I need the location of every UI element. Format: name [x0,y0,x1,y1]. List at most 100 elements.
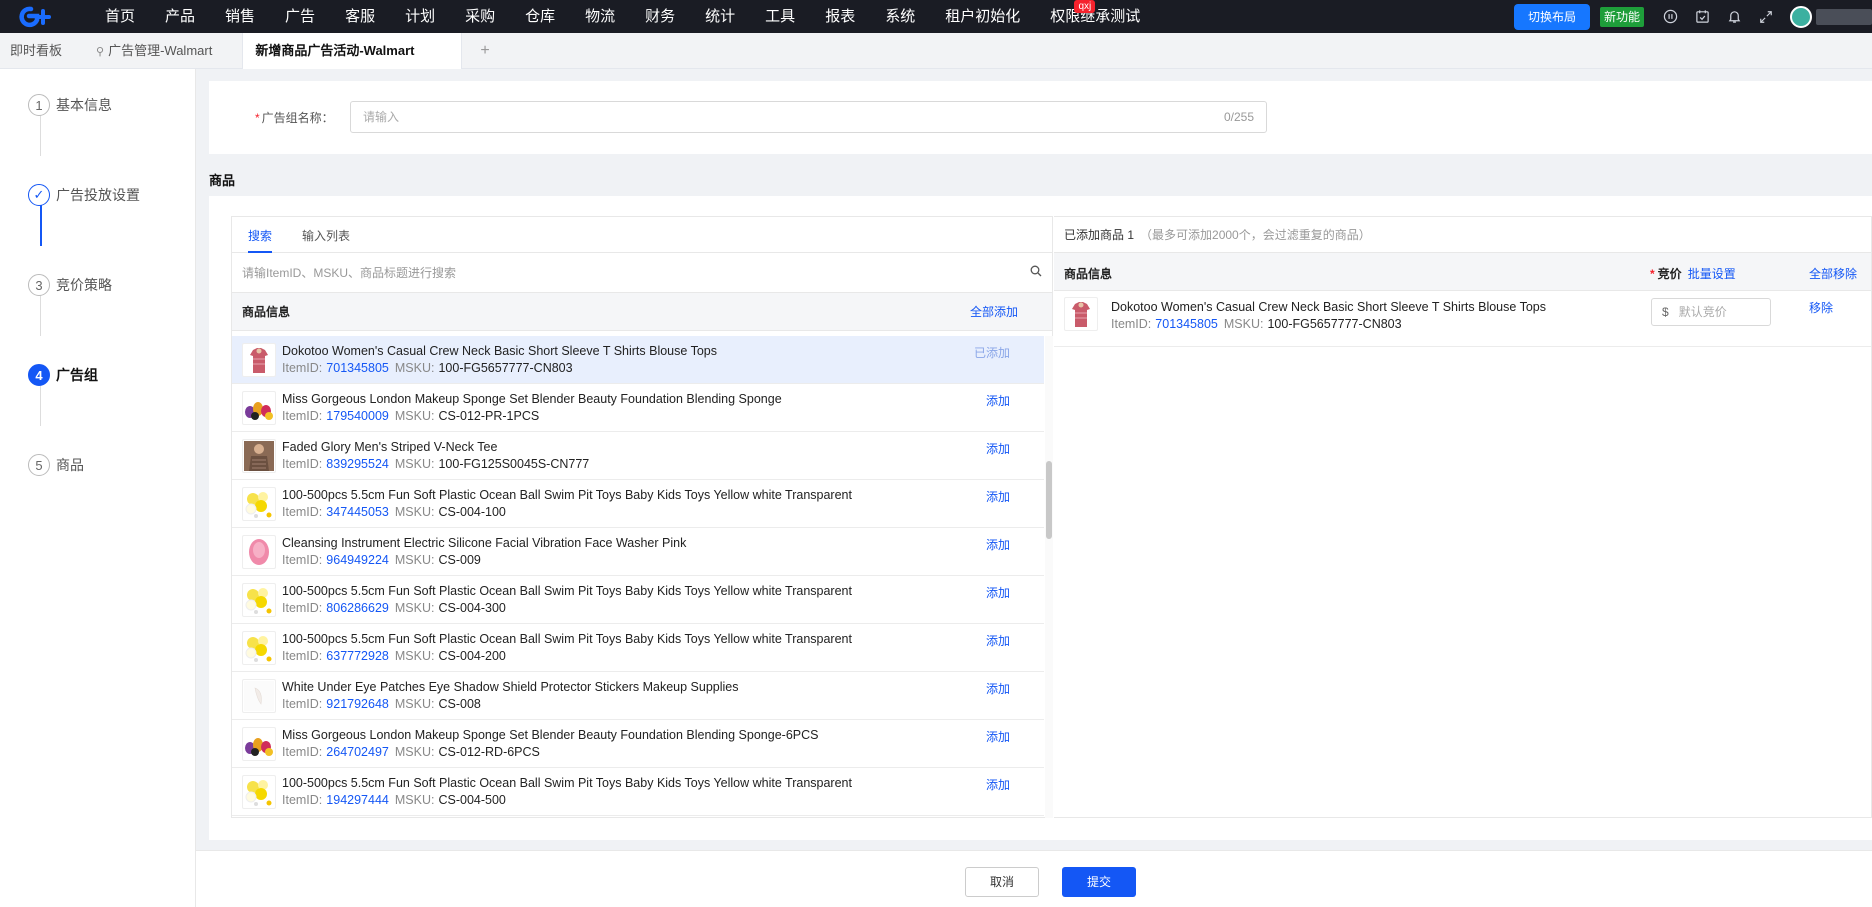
step-products[interactable]: 5 商品 [28,454,84,476]
add-product-button[interactable]: 添加 [986,392,1010,409]
search-icon[interactable] [1030,265,1042,280]
tab-search[interactable]: 搜索 [248,227,273,253]
add-product-button[interactable]: 添加 [986,536,1010,553]
product-thumbnail [242,678,276,713]
item-id-link[interactable]: 347445053 [326,505,389,519]
itemid-label: ItemID: [1111,317,1152,331]
product-thumbnail [242,342,276,377]
itemid-label: ItemID: [282,600,323,615]
product-row: 100-500pcs 5.5cm Fun Soft Plastic Ocean … [232,768,1044,816]
bid-field[interactable]: $ [1651,298,1771,326]
added-products-panel: 已添加商品 1 （最多可添加2000个，会过滤重复的商品） 商品信息 * 竞价 批量… [1054,216,1872,907]
nav-item[interactable]: 首页 [90,0,150,33]
nav-item[interactable]: 系统 [870,0,930,33]
step-ad-group[interactable]: 4 广告组 [28,364,98,386]
item-id-link[interactable]: 264702497 [326,745,389,759]
item-id-link[interactable]: 637772928 [326,649,389,663]
calendar-check-icon[interactable] [1686,0,1718,33]
item-id-link[interactable]: 839295524 [326,457,389,471]
add-all-button[interactable]: 全部添加 [970,303,1018,320]
step-basic-info[interactable]: 1 基本信息 [28,94,112,116]
add-product-button[interactable]: 添加 [986,728,1010,745]
step-connector [40,200,42,246]
col-bid-label: 竞价 [1657,267,1682,281]
submit-button[interactable]: 提交 [1062,867,1136,897]
nav-item[interactable]: 计划 [390,0,450,33]
msku-value: CS-012-PR-1PCS [438,408,540,423]
char-counter: 0/255 [1223,110,1254,124]
product-info: 100-500pcs 5.5cm Fun Soft Plastic Ocean … [282,583,1044,617]
msku-value: CS-004-100 [438,504,506,519]
msku-label: MSKU: [394,648,435,663]
item-id-link[interactable]: 964949224 [326,553,389,567]
product-row: White Under Eye Patches Eye Shadow Shiel… [232,672,1044,720]
added-products-header: 已添加商品 1 （最多可添加2000个，会过滤重复的商品） [1054,217,1871,253]
nav-badge: qxj [1074,0,1096,13]
added-status: 已添加 [973,346,1010,360]
nav-item[interactable]: 权限继承测试 qxj [1035,0,1155,33]
product-search-bar [232,253,1052,293]
add-product-button[interactable]: 添加 [986,632,1010,649]
add-product-button[interactable]: 添加 [986,584,1010,601]
nav-item[interactable]: 财务 [630,0,690,33]
product-title: Dokotoo Women's Casual Crew Neck Basic S… [1111,300,1546,314]
product-info: Cleansing Instrument Electric Silicone F… [282,535,1044,569]
required-mark: * [1650,267,1655,281]
ad-group-name-label-text: 广告组名称： [261,111,334,125]
nav-item[interactable]: 物流 [570,0,630,33]
step-ad-placement-settings[interactable]: ✓ 广告投放设置 [28,184,140,206]
add-tab-button[interactable]: + [462,42,507,60]
product-meta: ItemID: 701345805 MSKU: 100-FG5657777-CN803 [1111,316,1546,333]
nav-item[interactable]: 统计 [690,0,750,33]
scrollbar-thumb[interactable] [1046,461,1052,539]
ad-group-name-input[interactable] [363,110,1063,124]
tab-ad-management[interactable]: ⚲ 广告管理-Walmart [86,33,222,69]
nav-item[interactable]: 客服 [330,0,390,33]
item-id-link[interactable]: 806286629 [326,601,389,615]
nav-item[interactable]: 报表 [810,0,870,33]
nav-item[interactable]: 广告 [270,0,330,33]
nav-item[interactable]: 采购 [450,0,510,33]
item-id-link[interactable]: 179540009 [326,409,389,423]
nav-item[interactable]: 工具 [750,0,810,33]
switch-layout-button[interactable]: 切换布局 [1513,3,1590,30]
ad-group-name-field[interactable]: 0/255 [350,101,1267,133]
nav-item-label: 报表 [825,8,856,25]
tab-new-product-ad-campaign[interactable]: 新增商品广告活动-Walmart [242,32,463,69]
bulk-set-button[interactable]: 批量设置 [1688,267,1736,281]
help-icon[interactable] [1654,0,1686,33]
remove-button[interactable]: 移除 [1809,299,1833,316]
item-id-link[interactable]: 194297444 [326,793,389,807]
avatar[interactable] [1790,5,1812,28]
add-product-button[interactable]: 添加 [986,680,1010,697]
item-id-link[interactable]: 921792648 [326,697,389,711]
add-product-button[interactable]: 添加 [986,776,1010,793]
remove-all-button[interactable]: 全部移除 [1809,265,1857,282]
add-product-button[interactable]: 添加 [986,488,1010,505]
tab-input-list[interactable]: 输入列表 [302,227,350,252]
product-title: Cleansing Instrument Electric Silicone F… [282,535,687,550]
bid-input[interactable] [1678,305,1759,319]
product-list-scrollbar[interactable] [1045,336,1053,818]
new-feature-button[interactable]: 新功能 [1599,6,1644,27]
product-search-input[interactable] [242,265,942,280]
msku-value: CS-004-200 [438,648,506,663]
product-info: Faded Glory Men's Striped V-Neck Tee Item… [282,439,1044,473]
fullscreen-icon[interactable] [1750,0,1782,33]
item-id-link[interactable]: 701345805 [1155,317,1218,331]
item-id-link[interactable]: 701345805 [326,361,389,375]
nav-item[interactable]: 销售 [210,0,270,33]
username-blurred[interactable] [1816,8,1872,25]
cancel-button[interactable]: 取消 [965,867,1039,897]
tab-dashboard[interactable]: 即时看板 [0,33,72,69]
add-product-button[interactable]: 添加 [986,440,1010,457]
msku-value: CS-008 [438,696,481,711]
bell-icon[interactable] [1718,0,1750,33]
nav-item[interactable]: 租户初始化 [930,0,1035,33]
product-meta: ItemID: 347445053 MSKU: CS-004-100 [282,504,1044,521]
nav-item[interactable]: 仓库 [510,0,570,33]
nav-item[interactable]: 产品 [150,0,210,33]
brand-logo[interactable] [12,0,58,33]
col-product-info: 商品信息 [1064,267,1113,281]
step-bidding-strategy[interactable]: 3 竞价策略 [28,274,112,296]
